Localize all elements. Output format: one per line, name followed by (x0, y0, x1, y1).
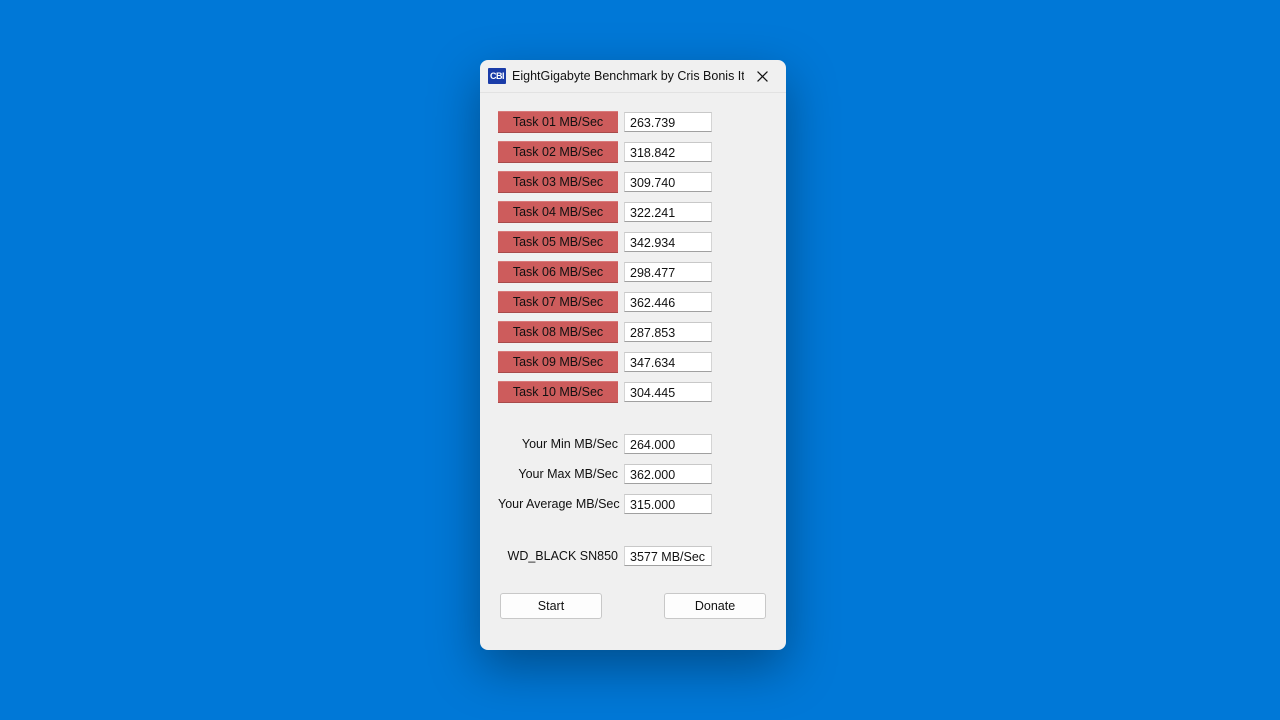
task-label: Task 06 MB/Sec (498, 261, 618, 283)
summary-value: 315.000 (624, 494, 712, 514)
start-button[interactable]: Start (500, 593, 602, 619)
task-row: Task 10 MB/Sec 304.445 (498, 381, 768, 403)
task-label: Task 03 MB/Sec (498, 171, 618, 193)
task-value: 263.739 (624, 112, 712, 132)
task-label: Task 04 MB/Sec (498, 201, 618, 223)
task-label: Task 02 MB/Sec (498, 141, 618, 163)
task-label: Task 09 MB/Sec (498, 351, 618, 373)
task-row: Task 09 MB/Sec 347.634 (498, 351, 768, 373)
summary-row: Your Min MB/Sec 264.000 (498, 433, 768, 455)
summary-row: Your Average MB/Sec 315.000 (498, 493, 768, 515)
summary-label: Your Max MB/Sec (498, 467, 618, 481)
app-icon: CBI (488, 68, 506, 84)
close-button[interactable] (744, 62, 780, 90)
window-title: EightGigabyte Benchmark by Cris Bonis It… (512, 69, 744, 83)
reference-value: 3577 MB/Sec (624, 546, 712, 566)
summary-value: 362.000 (624, 464, 712, 484)
donate-button[interactable]: Donate (664, 593, 766, 619)
task-row: Task 05 MB/Sec 342.934 (498, 231, 768, 253)
task-value: 287.853 (624, 322, 712, 342)
close-icon (757, 71, 768, 82)
summary-row: Your Max MB/Sec 362.000 (498, 463, 768, 485)
task-label: Task 08 MB/Sec (498, 321, 618, 343)
app-window: CBI EightGigabyte Benchmark by Cris Boni… (480, 60, 786, 650)
task-row: Task 06 MB/Sec 298.477 (498, 261, 768, 283)
titlebar[interactable]: CBI EightGigabyte Benchmark by Cris Boni… (480, 60, 786, 93)
task-label: Task 10 MB/Sec (498, 381, 618, 403)
task-value: 362.446 (624, 292, 712, 312)
task-label: Task 07 MB/Sec (498, 291, 618, 313)
summary-value: 264.000 (624, 434, 712, 454)
window-body: Task 01 MB/Sec 263.739 Task 02 MB/Sec 318.8… (480, 93, 786, 650)
task-row: Task 02 MB/Sec 318.842 (498, 141, 768, 163)
task-label: Task 05 MB/Sec (498, 231, 618, 253)
summary-label: Your Average MB/Sec (498, 497, 618, 511)
reference-row: WD_BLACK SN850 3577 MB/Sec (498, 545, 768, 567)
task-value: 342.934 (624, 232, 712, 252)
reference-label: WD_BLACK SN850 (498, 549, 618, 563)
summary-label: Your Min MB/Sec (498, 437, 618, 451)
task-value: 318.842 (624, 142, 712, 162)
task-row: Task 07 MB/Sec 362.446 (498, 291, 768, 313)
task-value: 309.740 (624, 172, 712, 192)
task-row: Task 08 MB/Sec 287.853 (498, 321, 768, 343)
task-value: 347.634 (624, 352, 712, 372)
task-value: 298.477 (624, 262, 712, 282)
task-row: Task 04 MB/Sec 322.241 (498, 201, 768, 223)
task-value: 322.241 (624, 202, 712, 222)
task-row: Task 03 MB/Sec 309.740 (498, 171, 768, 193)
task-row: Task 01 MB/Sec 263.739 (498, 111, 768, 133)
task-label: Task 01 MB/Sec (498, 111, 618, 133)
task-value: 304.445 (624, 382, 712, 402)
